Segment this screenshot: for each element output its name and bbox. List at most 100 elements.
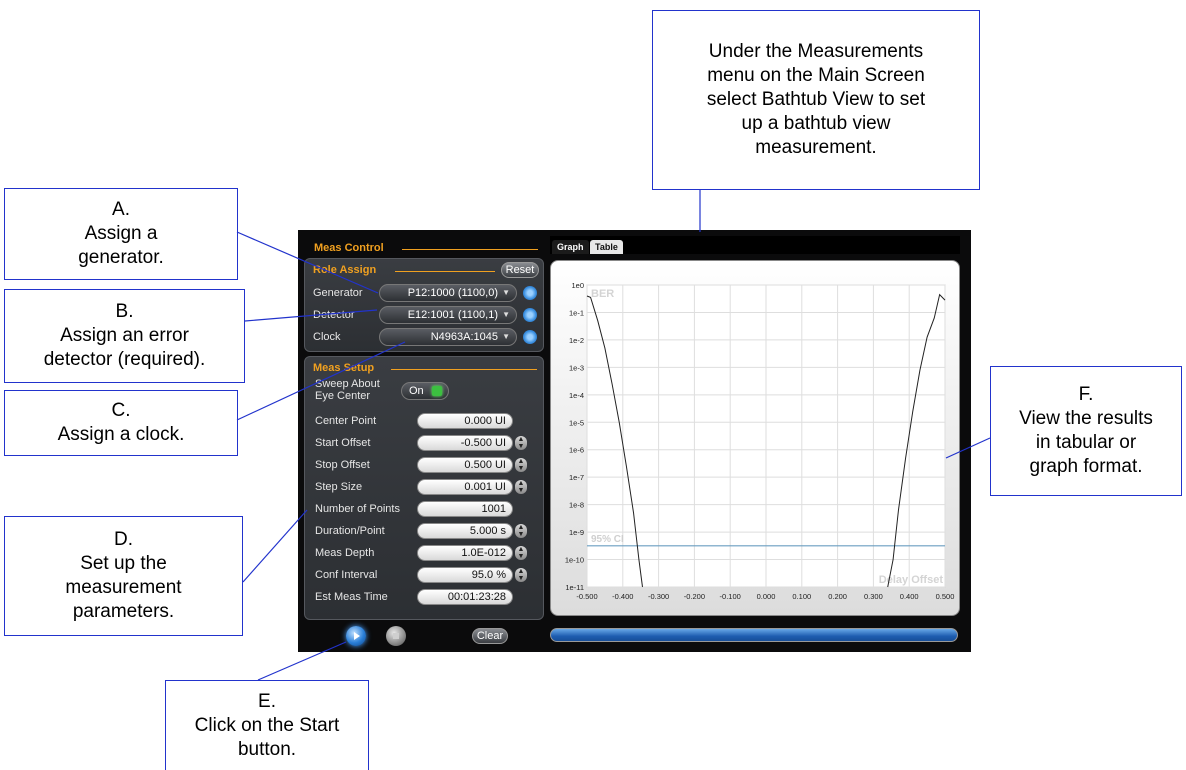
stop-button[interactable] xyxy=(386,626,406,646)
callout-text: button. xyxy=(237,738,297,760)
meas-depth-field[interactable]: 1.0E-012 xyxy=(417,545,513,561)
y-tick-label: 1e-5 xyxy=(569,418,584,427)
callout-text: measurement xyxy=(65,577,182,598)
callout-text: Set up the xyxy=(80,553,167,574)
chevron-down-icon: ▼ xyxy=(502,332,510,341)
callout-b: B. Assign an error detector (required). xyxy=(4,289,245,383)
y-tick-label: 1e-6 xyxy=(569,446,584,455)
detector-label: Detector xyxy=(313,309,355,321)
generator-label: Generator xyxy=(313,287,363,299)
reset-button[interactable]: Reset xyxy=(501,262,539,278)
duration-point-field[interactable]: 5.000 s xyxy=(417,523,513,539)
bathtub-chart: -0.500 -0.400 -0.300 -0.200 -0.100 0.000 0.100… xyxy=(565,281,955,601)
callout-top: Under the Measurements menu on the Main … xyxy=(652,10,980,190)
start-button[interactable] xyxy=(346,626,366,646)
y-tick-label: 1e-9 xyxy=(569,528,584,537)
est-meas-time-field: 00:01:23:28 xyxy=(417,589,513,605)
callout-a: A. Assign a generator. xyxy=(4,188,238,280)
status-led-icon xyxy=(432,386,442,396)
play-icon xyxy=(354,632,360,640)
conf-interval-field[interactable]: 95.0 % xyxy=(417,567,513,583)
callout-text: graph format. xyxy=(1029,456,1143,477)
center-point-field[interactable]: 0.000 UI xyxy=(417,413,513,429)
callout-d: D. Set up the measurement parameters. xyxy=(4,516,243,636)
meas-control-title: Meas Control xyxy=(314,242,384,254)
y-axis-label: BER xyxy=(591,288,614,300)
y-tick-label: 1e-10 xyxy=(565,556,584,565)
number-of-points-field: 1001 xyxy=(417,501,513,517)
x-tick-label: 0.200 xyxy=(828,592,847,601)
spinner-arrows-icon[interactable]: ▲ ▼ xyxy=(515,568,527,582)
start-offset-field[interactable]: -0.500 UI xyxy=(417,435,513,451)
param-label: Number of Points xyxy=(315,503,400,515)
param-label: Est Meas Time xyxy=(315,591,388,603)
callout-text: Click on the Start xyxy=(194,714,340,736)
x-tick-label: 0.500 xyxy=(936,592,955,601)
tab-table[interactable]: Table xyxy=(590,240,623,254)
clock-value: N4963A:1045 xyxy=(430,331,498,343)
stop-offset-field[interactable]: 0.500 UI xyxy=(417,457,513,473)
tab-bar: Graph Table xyxy=(550,236,960,254)
callout-text: E. xyxy=(258,690,276,712)
sweep-toggle[interactable]: On xyxy=(401,382,449,400)
ci-label: 95% CI xyxy=(591,534,624,545)
meas-setup-title: Meas Setup xyxy=(313,362,375,374)
title-divider xyxy=(391,369,537,370)
callout-text: menu on the Main Screen xyxy=(707,65,925,86)
callout-f: F. View the results in tabular or graph … xyxy=(990,366,1182,496)
y-tick-label: 1e0 xyxy=(571,281,584,290)
callout-c: C. Assign a clock. xyxy=(4,390,238,456)
param-label: Meas Depth xyxy=(315,547,375,559)
detector-dropdown[interactable]: E12:1001 (1100,1) ▼ xyxy=(379,306,517,324)
callout-text: C. xyxy=(111,400,131,421)
param-label: Stop Offset xyxy=(315,459,370,471)
x-tick-label: 0.400 xyxy=(900,592,919,601)
sweep-toggle-label: On xyxy=(409,385,424,397)
y-tick-label: 1e-4 xyxy=(569,391,584,400)
x-tick-label: 0.000 xyxy=(757,592,776,601)
tab-graph[interactable]: Graph xyxy=(552,240,589,254)
x-tick-label: -0.200 xyxy=(684,592,705,601)
gear-icon[interactable] xyxy=(523,286,537,300)
stop-icon xyxy=(393,633,399,639)
param-label: Conf Interval xyxy=(315,569,378,581)
callout-text: in tabular or xyxy=(1035,432,1137,453)
clear-button[interactable]: Clear xyxy=(472,628,508,644)
param-label: Duration/Point xyxy=(315,525,385,537)
callout-text: A. xyxy=(112,199,130,220)
callout-text: parameters. xyxy=(72,601,175,622)
y-tick-label: 1e-3 xyxy=(569,363,584,372)
gear-icon[interactable] xyxy=(523,330,537,344)
sweep-label: Sweep About xyxy=(315,378,380,390)
spinner-arrows-icon[interactable]: ▲ ▼ xyxy=(515,436,527,450)
graph-area: -0.500 -0.400 -0.300 -0.200 -0.100 0.000 0.100… xyxy=(550,260,960,616)
spinner-arrows-icon[interactable]: ▲ ▼ xyxy=(515,458,527,472)
clock-dropdown[interactable]: N4963A:1045 ▼ xyxy=(379,328,517,346)
callout-text: measurement. xyxy=(755,137,877,158)
spinner-arrows-icon[interactable]: ▲ ▼ xyxy=(515,480,527,494)
y-tick-label: 1e-1 xyxy=(569,308,584,317)
spinner-arrows-icon[interactable]: ▲ ▼ xyxy=(515,524,527,538)
y-tick-label: 1e-7 xyxy=(569,473,584,482)
detector-value: E12:1001 (1100,1) xyxy=(407,309,498,321)
generator-value: P12:1000 (1100,0) xyxy=(407,287,498,299)
sweep-label: Eye Center xyxy=(315,390,371,402)
generator-dropdown[interactable]: P12:1000 (1100,0) ▼ xyxy=(379,284,517,302)
role-assign-panel: Role Assign Reset Generator P12:1000 (11… xyxy=(304,258,544,352)
role-assign-title: Role Assign xyxy=(313,264,377,276)
gear-icon[interactable] xyxy=(523,308,537,322)
y-tick-label: 1e-2 xyxy=(569,336,584,345)
callout-e: E. Click on the Start button. xyxy=(165,680,369,770)
param-label: Step Size xyxy=(315,481,363,493)
param-label: Center Point xyxy=(315,415,377,427)
callout-text: generator. xyxy=(78,247,164,268)
step-size-field[interactable]: 0.001 UI xyxy=(417,479,513,495)
callout-text: F. xyxy=(1078,384,1094,405)
spinner-arrows-icon[interactable]: ▲ ▼ xyxy=(515,546,527,560)
title-divider xyxy=(395,271,495,272)
param-label: Start Offset xyxy=(315,437,371,449)
progress-bar xyxy=(550,628,958,642)
callout-text: up a bathtub view xyxy=(741,113,891,134)
clock-label: Clock xyxy=(313,331,341,343)
x-tick-label: -0.100 xyxy=(720,592,741,601)
